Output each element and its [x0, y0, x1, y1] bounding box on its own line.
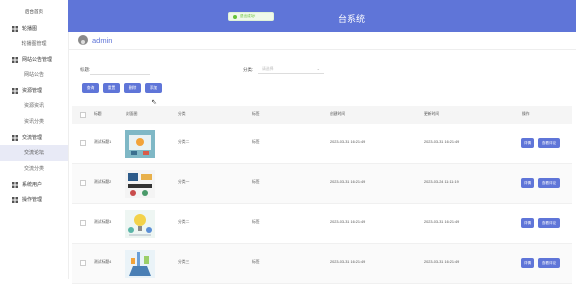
sidebar-group-label: 网站公告管理 [22, 57, 53, 63]
add-button[interactable]: 添加 [145, 83, 162, 93]
row-tag: 标签 [252, 140, 260, 144]
table-row: 测试标题2 分类一 标签 2023-03-31 16:21:49 2023-03… [72, 164, 572, 204]
row-created: 2023-03-31 16:21:49 [330, 260, 366, 264]
operation-icon [12, 196, 18, 203]
sidebar-group-resource[interactable]: 资源管理 [0, 83, 68, 98]
row-tag: 标签 [252, 220, 260, 224]
row-thumbnail [125, 170, 155, 198]
user-bar: admin [68, 32, 576, 50]
col-tag: 标签 [252, 112, 260, 116]
select-all-checkbox[interactable] [80, 112, 86, 118]
category-select-placeholder: 请选择 [262, 67, 274, 71]
sidebar: 后台首页 轮播图 轮播图管理 网站公告管理 网站公告 资源管理 资源资讯 资讯分… [0, 0, 69, 279]
sidebar-group-carousel[interactable]: 轮播图 [0, 21, 68, 36]
col-title: 标题 [94, 112, 102, 116]
row-category: 分类三 [178, 260, 190, 264]
sidebar-item-exchange-category[interactable]: 交流分类 [0, 161, 68, 177]
detail-button[interactable]: 详情 [521, 258, 534, 268]
row-category: 分类二 [178, 220, 190, 224]
avatar[interactable] [78, 35, 88, 45]
sidebar-group-label: 操作管理 [22, 197, 43, 203]
detail-button[interactable]: 详情 [521, 178, 534, 188]
row-category: 分类二 [178, 140, 190, 144]
row-created: 2023-03-31 16:21:49 [330, 180, 366, 184]
sidebar-group-operation[interactable]: 操作管理 [0, 192, 68, 207]
category-filter-label: 分类: [243, 67, 254, 72]
row-updated: 2023-03-31 16:21:49 [424, 140, 460, 144]
view-comments-button[interactable]: 查看评论 [538, 138, 560, 148]
sidebar-home[interactable]: 后台首页 [0, 0, 68, 21]
toast-text: 退出成功! [240, 14, 256, 18]
row-title: 测试标题1 [94, 140, 112, 144]
sidebar-group-notice[interactable]: 网站公告管理 [0, 52, 68, 67]
row-title: 测试标题2 [94, 180, 112, 184]
resource-icon [12, 87, 18, 94]
page-title: 台系统 [338, 14, 366, 24]
view-comments-button[interactable]: 查看评论 [538, 178, 560, 188]
sidebar-item-resource-news[interactable]: 资源资讯 [0, 98, 68, 114]
row-checkbox[interactable] [80, 220, 86, 226]
sidebar-item-carousel-manage[interactable]: 轮播图管理 [0, 36, 68, 52]
row-checkbox[interactable] [80, 140, 86, 146]
delete-button[interactable]: 删除 [124, 83, 141, 93]
sidebar-group-label: 交流管理 [22, 135, 43, 141]
filter-bar: 标题: 分类: 请选择 ⌄ [80, 62, 570, 82]
row-thumbnail [125, 130, 155, 158]
row-tag: 标签 [252, 260, 260, 264]
sidebar-group-label: 系统用户 [22, 182, 43, 188]
col-thumb: 封面图 [126, 112, 138, 116]
title-filter-input[interactable] [90, 62, 150, 75]
sidebar-item-notice[interactable]: 网站公告 [0, 67, 68, 83]
header-bar: 台系统 [68, 0, 576, 32]
col-created: 创建时间 [330, 112, 346, 116]
search-button[interactable]: 查询 [82, 83, 99, 93]
row-updated: 2023-03-31 16:21:49 [424, 260, 460, 264]
row-created: 2023-03-31 16:21:49 [330, 220, 366, 224]
row-checkbox[interactable] [80, 180, 86, 186]
success-icon [233, 14, 237, 19]
table-header: 标题 封面图 分类 标签 创建时间 更新时间 操作 [72, 106, 572, 124]
row-checkbox[interactable] [80, 260, 86, 266]
notice-icon [12, 56, 18, 63]
col-actions: 操作 [522, 112, 530, 116]
table-row: 测试标题4 分类三 标签 2023-03-31 16:21:49 2023-03… [72, 244, 572, 284]
title-filter-label: 标题: [80, 67, 91, 72]
exchange-icon [12, 134, 18, 141]
chevron-down-icon: ⌄ [316, 66, 320, 71]
carousel-icon [12, 25, 18, 32]
toast-message: 退出成功! [228, 12, 274, 21]
detail-button[interactable]: 详情 [521, 138, 534, 148]
row-updated: 2023-03-24 11:11:19 [424, 180, 459, 184]
row-thumbnail [125, 250, 155, 278]
sidebar-group-users[interactable]: 系统用户 [0, 177, 68, 192]
sidebar-item-news-category[interactable]: 资讯分类 [0, 114, 68, 130]
category-select[interactable]: 请选择 ⌄ [258, 62, 324, 74]
row-updated: 2023-03-31 16:21:49 [424, 220, 460, 224]
row-title: 测试标题3 [94, 220, 112, 224]
reset-button[interactable]: 重置 [103, 83, 120, 93]
col-category: 分类 [178, 112, 186, 116]
sidebar-group-exchange[interactable]: 交流管理 [0, 130, 68, 145]
table-row: 测试标题1 分类二 标签 2023-03-31 16:21:49 2023-03… [72, 124, 572, 164]
view-comments-button[interactable]: 查看评论 [538, 258, 560, 268]
username[interactable]: admin [92, 36, 112, 45]
row-created: 2023-03-31 16:21:49 [330, 140, 366, 144]
row-thumbnail [125, 210, 155, 238]
table-row: 测试标题3 分类二 标签 2023-03-31 16:21:49 2023-03… [72, 204, 572, 244]
user-icon [12, 181, 18, 188]
sidebar-item-forum[interactable]: 交流论坛 [0, 145, 68, 161]
row-tag: 标签 [252, 180, 260, 184]
action-buttons: 查询 重置 删除 添加 [82, 83, 162, 93]
mouse-cursor-icon: ⇖ [151, 99, 157, 106]
sidebar-group-label: 轮播图 [22, 26, 38, 32]
row-category: 分类一 [178, 180, 190, 184]
view-comments-button[interactable]: 查看评论 [538, 218, 560, 228]
sidebar-group-label: 资源管理 [22, 88, 43, 94]
detail-button[interactable]: 详情 [521, 218, 534, 228]
row-title: 测试标题4 [94, 260, 112, 264]
col-updated: 更新时间 [424, 112, 440, 116]
